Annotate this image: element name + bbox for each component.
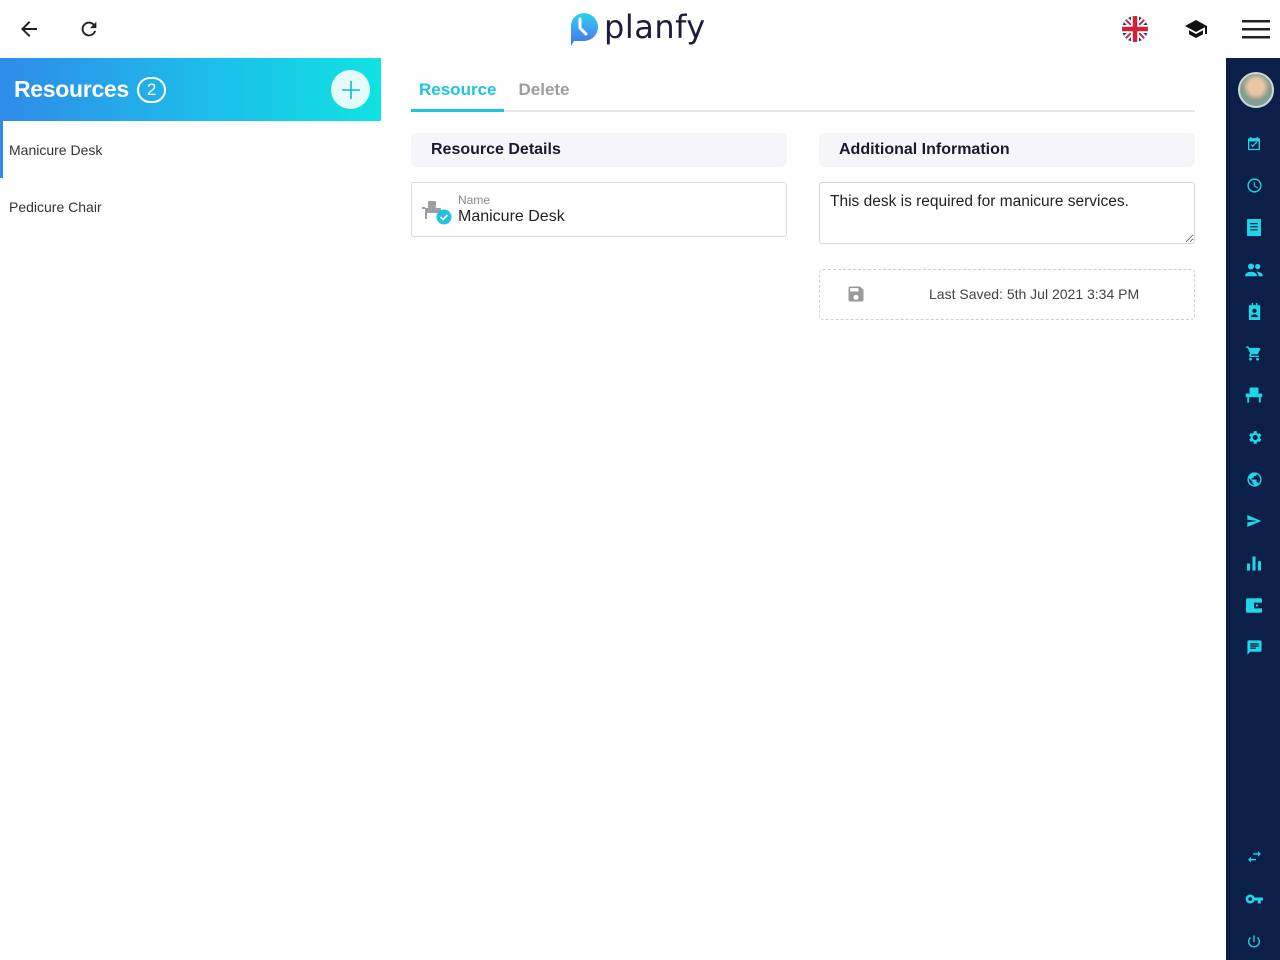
chat-icon[interactable] bbox=[1245, 638, 1263, 656]
tab-bar: Resource Delete bbox=[411, 72, 1195, 112]
additional-info-textarea[interactable]: This desk is required for manicure servi… bbox=[819, 182, 1195, 244]
clock-icon[interactable] bbox=[1245, 176, 1263, 194]
logo-text: planfy bbox=[604, 8, 706, 46]
planfy-logo[interactable]: planfy bbox=[568, 8, 706, 50]
resource-item-label: Pedicure Chair bbox=[9, 198, 102, 215]
resources-panel: Resources 2 Manicure Desk Pedicure Chair bbox=[0, 58, 381, 960]
key-icon[interactable] bbox=[1245, 890, 1263, 908]
additional-info-heading: Additional Information bbox=[819, 133, 1195, 167]
resources-title: Resources bbox=[14, 76, 129, 102]
resource-list-item[interactable]: Manicure Desk bbox=[0, 121, 381, 178]
receipt-icon[interactable] bbox=[1245, 218, 1263, 236]
chair-icon[interactable] bbox=[1245, 386, 1263, 404]
name-field[interactable]: Name Manicure Desk bbox=[411, 182, 787, 237]
save-icon bbox=[848, 286, 864, 302]
tab-delete[interactable]: Delete bbox=[510, 72, 577, 112]
refresh-icon bbox=[81, 21, 97, 37]
logo-clock-icon bbox=[570, 12, 598, 46]
menu-button[interactable] bbox=[1241, 14, 1271, 44]
swap-icon[interactable] bbox=[1245, 848, 1263, 866]
name-field-label: Name bbox=[458, 193, 491, 207]
resource-editor: Resource Delete Resource Details Name Ma… bbox=[381, 58, 1226, 960]
send-icon[interactable] bbox=[1245, 512, 1263, 530]
right-nav-rail bbox=[1226, 58, 1280, 960]
resource-list-item[interactable]: Pedicure Chair bbox=[0, 178, 381, 235]
resources-count-badge: 2 bbox=[136, 76, 167, 103]
resources-header: Resources 2 bbox=[0, 58, 381, 121]
hamburger-menu-icon bbox=[1242, 20, 1270, 39]
user-avatar[interactable] bbox=[1238, 72, 1274, 108]
arrow-left-icon bbox=[21, 21, 37, 37]
gear-icon[interactable] bbox=[1245, 428, 1263, 446]
last-saved-text: Last Saved: 5th Jul 2021 3:34 PM bbox=[929, 286, 1140, 302]
resource-details-heading: Resource Details bbox=[411, 133, 787, 167]
tutorial-button[interactable] bbox=[1181, 14, 1211, 44]
tab-resource[interactable]: Resource bbox=[411, 72, 505, 112]
back-button[interactable] bbox=[14, 14, 44, 44]
uk-flag-icon bbox=[1122, 16, 1148, 42]
calendar-check-icon[interactable] bbox=[1245, 134, 1263, 152]
name-field-value: Manicure Desk bbox=[458, 208, 565, 225]
wallet-icon[interactable] bbox=[1245, 596, 1263, 614]
resource-item-label: Manicure Desk bbox=[9, 141, 103, 158]
refresh-button[interactable] bbox=[74, 14, 104, 44]
cart-icon[interactable] bbox=[1245, 344, 1263, 362]
contact-card-icon[interactable] bbox=[1245, 302, 1263, 320]
add-resource-button[interactable] bbox=[331, 70, 370, 109]
bar-chart-icon[interactable] bbox=[1245, 554, 1263, 572]
top-bar: planfy bbox=[0, 0, 1280, 58]
people-icon[interactable] bbox=[1245, 260, 1263, 278]
power-icon[interactable] bbox=[1245, 932, 1263, 950]
graduation-cap-icon bbox=[1185, 20, 1207, 38]
resource-check-icon bbox=[422, 201, 452, 225]
globe-icon[interactable] bbox=[1245, 470, 1263, 488]
language-button[interactable] bbox=[1120, 14, 1150, 44]
plus-icon bbox=[341, 80, 360, 99]
last-saved-box: Last Saved: 5th Jul 2021 3:34 PM bbox=[819, 269, 1195, 320]
